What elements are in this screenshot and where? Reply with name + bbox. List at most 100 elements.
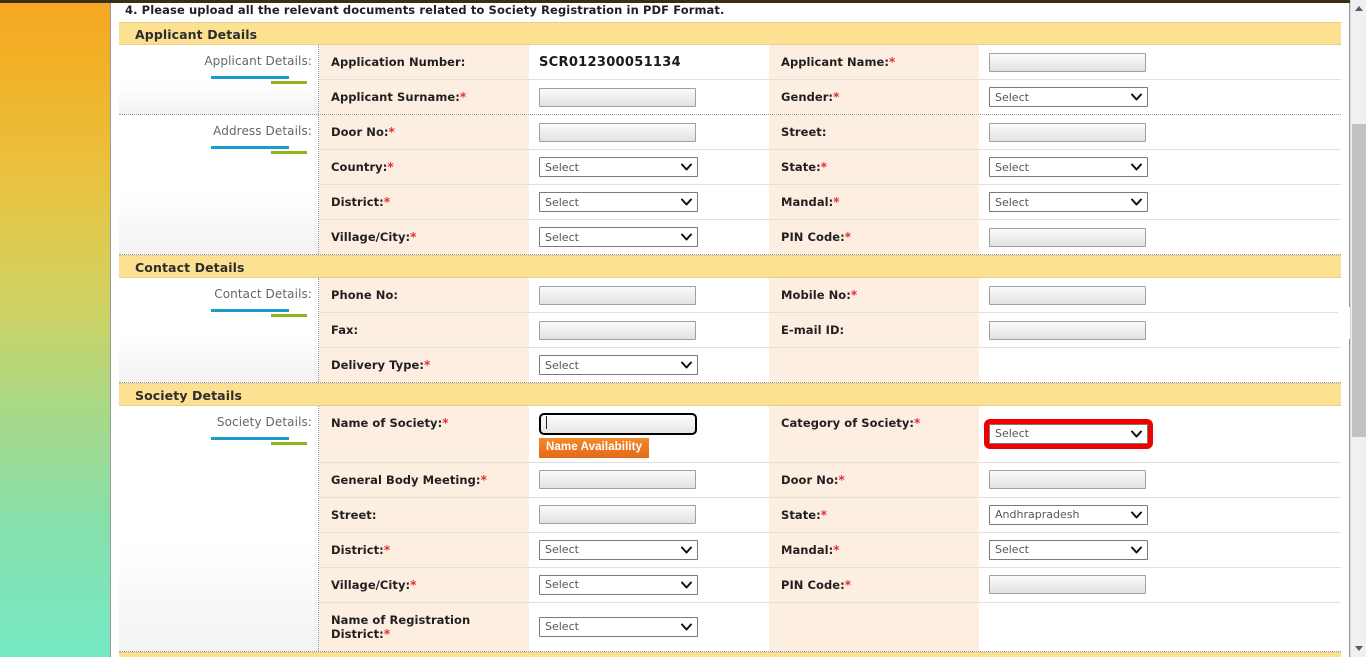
field-row: Applicant Surname:* Gender:* Select [319,80,1341,114]
field-label-text: Applicant Surname: [331,90,460,104]
label-cell-pin-code: PIN Code:* [769,220,979,254]
field-label-text: Name of Society: [331,416,443,430]
value-cell-name-of-society: Name Availability [529,406,769,462]
scroll-up-arrow-icon[interactable] [1351,0,1366,17]
instruction-note: 4. Please upload all the relevant docume… [125,3,725,17]
category-of-society-select[interactable]: Select [984,418,1153,449]
required-asterisk: * [850,288,858,302]
value-cell-country: Select [529,150,769,184]
pin-code-input[interactable] [989,575,1146,594]
value-cell-mandal: Select [979,532,1341,567]
value-cell-mandal: Select [979,185,1341,219]
street-input[interactable] [989,122,1146,142]
mandal-select[interactable]: Select [989,192,1148,212]
field-label-text: PIN Code: [781,230,845,244]
chevron-down-icon [1131,546,1145,554]
door-no-input[interactable] [989,470,1146,489]
street-input[interactable] [539,505,696,524]
top-edge-strip [0,0,1350,3]
applicant-name-input[interactable] [989,52,1146,72]
field-label-text: Fax: [331,323,359,337]
state-select[interactable]: Select [989,157,1148,177]
chevron-down-icon [1131,198,1145,206]
form-content: 4. Please upload all the relevant docume… [111,0,1349,657]
value-cell-mobile-no [979,278,1341,312]
name-of-society-input[interactable] [539,412,697,435]
chevron-down-icon [1131,93,1145,101]
e-mail-id-input[interactable] [989,320,1146,340]
society-name-wrap [539,412,697,435]
district-select[interactable]: Select [539,192,698,212]
value-cell-applicant-surname [529,80,769,114]
vertical-scrollbar[interactable] [1350,0,1366,657]
side-label-text: Applicant Details: [204,54,312,68]
required-asterisk: * [442,416,449,430]
chevron-down-icon [681,623,695,631]
chevron-down-icon [681,581,695,589]
field-row: District: * Select Mandal:* Select [319,185,1341,220]
field-label-text: Mandal: [781,542,834,557]
value-cell-delivery-type: Select [529,348,769,382]
field-row: Delivery Type:* Select [319,348,1341,382]
name-availability-button[interactable]: Name Availability [539,437,650,458]
field-row: Application Number: SCR012300051134 Applic… [319,45,1341,80]
label-cell-name-of-registration-district: Name of Registration District:* [319,602,529,651]
label-cell-mobile-no: Mobile No:* [769,278,979,312]
label-cell-mandal: Mandal:* [769,532,979,567]
required-asterisk: * [480,472,487,487]
label-cell-general-body-meeting: General Body Meeting:* [319,462,529,497]
village-city-select[interactable]: Select [539,574,698,595]
side-label-contact-details: Contact Details: [119,278,319,382]
required-asterisk: * [459,90,467,104]
field-row: Name of Registration District:* Select [319,602,1341,651]
scroll-down-arrow-icon[interactable] [1351,640,1366,657]
label-cell-applicant-name: Applicant Name:* [769,45,979,79]
value-cell-street [529,497,769,532]
village-city-select[interactable]: Select [539,227,698,247]
general-body-meeting-input[interactable] [539,470,696,489]
mobile-no-input[interactable] [989,285,1146,305]
label-cell-empty [769,348,979,382]
required-asterisk: * [820,507,828,522]
field-label-text: Delivery Type: [331,358,425,372]
pin-code-input[interactable] [989,227,1146,247]
label-cell-state: State:* [769,497,979,532]
required-asterisk: * [383,542,391,557]
scrollbar-thumb[interactable] [1352,124,1366,437]
district-select[interactable]: Select [539,539,698,560]
name-of-registration-district-select-value: Select [545,620,579,633]
field-label-text: E-mail ID: [781,323,845,337]
value-cell-applicant-name [979,45,1341,79]
required-asterisk: * [914,416,921,430]
delivery-type-select[interactable]: Select [539,355,698,375]
gender-select[interactable]: Select [989,87,1148,107]
accent-rule-olive [271,81,307,84]
label-cell-mandal: Mandal:* [769,185,979,219]
label-cell-door-no: Door No:* [769,462,979,497]
value-cell-district: Select [529,185,769,219]
required-asterisk: * [844,577,852,592]
accent-rule-olive [271,314,307,317]
accent-rule-olive [271,151,307,154]
field-label-text: Street: [331,507,377,522]
country-select[interactable]: Select [539,157,698,177]
state-select[interactable]: Andhrapradesh [989,504,1148,525]
applicant-surname-input[interactable] [539,87,696,107]
label-cell-application-number: Application Number: [319,45,529,79]
field-label-text: District: [331,195,384,209]
required-asterisk: * [833,195,840,209]
side-label-address-details: Address Details: [119,115,319,254]
value-cell-application-number: SCR012300051134 [529,45,769,79]
field-label-text: Gender: [781,90,834,104]
field-label-text: Door No: [781,472,839,487]
required-asterisk: * [820,160,828,174]
field-label-text: General Body Meeting: [331,472,481,487]
value-cell-district: Select [529,532,769,567]
fax-input[interactable] [539,320,696,340]
field-row: Country:* Select State:* Select [319,150,1341,185]
field-row: Village/City:* Select PIN Code:* [319,220,1341,254]
name-of-registration-district-select[interactable]: Select [539,616,698,637]
phone-no-input[interactable] [539,285,696,305]
door-no-input[interactable] [539,122,696,142]
mandal-select[interactable]: Select [989,539,1148,560]
